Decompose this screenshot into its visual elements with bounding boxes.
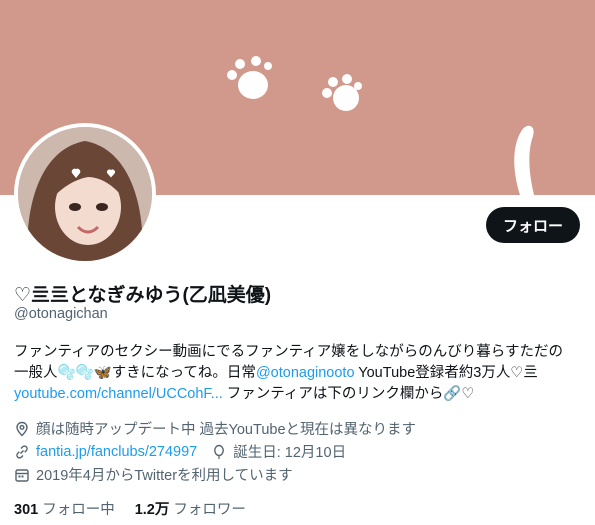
balloon-icon: [214, 444, 225, 459]
following-count: 301: [14, 502, 39, 518]
username-handle: @otonagichan: [14, 306, 108, 322]
bio-line-1: ファンティアのセクシー動画にでるファンティア嬢をしながらのんびり暮らすただの: [14, 344, 563, 360]
followers-label: フォロワー: [173, 502, 246, 518]
following-stat[interactable]: 301 フォロー中: [14, 498, 115, 519]
calendar-icon: [15, 468, 29, 482]
bio-text: YouTube登録者約3万人♡亖: [354, 365, 538, 381]
followers-stat[interactable]: 1.2万 フォロワー: [135, 498, 246, 519]
bio-line-2: 一般人🫧🫧🦋すきになってね。日常@otonaginooto YouTube登録者…: [14, 363, 584, 384]
avatar-photo: [18, 127, 152, 261]
link-icon: [16, 444, 28, 459]
website-link[interactable]: fantia.jp/fanclubs/274997: [36, 444, 197, 460]
youtube-link[interactable]: youtube.com/channel/UCCohF...: [14, 386, 223, 402]
follow-stats: 301 フォロー中 1.2万 フォロワー: [14, 498, 266, 519]
birthday-item: 誕生日: 12月10日: [211, 441, 346, 462]
bio-text: ファンティアは下のリンク欄から🔗♡: [222, 386, 475, 402]
joined-text: 2019年4月からTwitterを利用しています: [36, 468, 293, 484]
location-text: 顔は随時アップデート中 過去YouTubeと現在は異なります: [36, 422, 417, 438]
display-name: ♡亖亖となぎみゆう(乙凪美優): [14, 285, 272, 306]
bio-text: 一般人🫧🫧🦋すきになってね。日常: [14, 365, 256, 381]
birthday-text: 誕生日: 12月10日: [233, 445, 347, 461]
follow-button[interactable]: フォロー: [486, 207, 580, 243]
profile-bio: ファンティアのセクシー動画にでるファンティア嬢をしながらのんびり暮らすただの 一…: [14, 342, 584, 405]
following-label: フォロー中: [42, 502, 115, 518]
location-row: 顔は随時アップデート中 過去YouTubeと現在は異なります: [14, 418, 416, 439]
followers-count: 1.2万: [134, 502, 170, 518]
profile-avatar[interactable]: [14, 123, 156, 265]
url-birthday-row: fantia.jp/fanclubs/274997 誕生日: 12月10日: [14, 441, 360, 462]
joined-row: 2019年4月からTwitterを利用しています: [14, 464, 293, 485]
location-icon: [16, 421, 28, 436]
bio-line-3: youtube.com/channel/UCCohF... ファンティアは下のリ…: [14, 384, 584, 405]
website-item: fantia.jp/fanclubs/274997: [14, 444, 197, 460]
mention-link[interactable]: @otonaginooto: [256, 365, 355, 381]
